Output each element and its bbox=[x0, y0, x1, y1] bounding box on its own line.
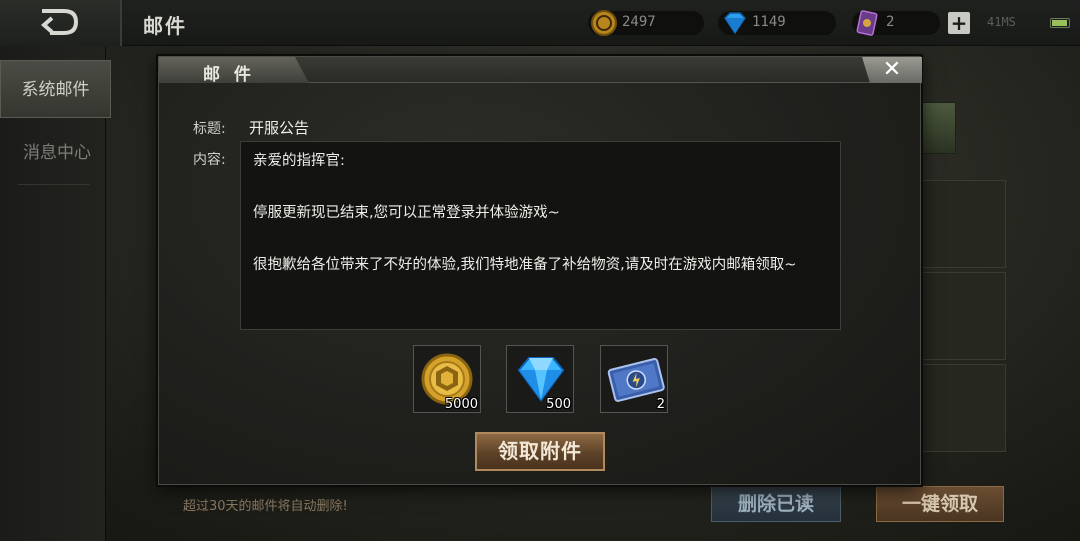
auto-delete-notice: 超过30天的邮件将自动删除! bbox=[183, 499, 348, 514]
crate-icon bbox=[918, 102, 956, 154]
ticket-card-icon bbox=[856, 10, 878, 36]
sidebar: 系统邮件 消息中心 bbox=[0, 46, 111, 541]
battery-icon bbox=[1050, 18, 1070, 28]
sidebar-divider bbox=[18, 184, 90, 185]
close-button[interactable]: ✕ bbox=[862, 57, 922, 83]
content-paragraph: 很抱歉给各位带来了不好的体验,我们特地准备了补给物资,请及时在游戏内邮箱领取~ bbox=[253, 257, 797, 273]
gold-coin-icon bbox=[591, 10, 617, 36]
mail-list-item[interactable] bbox=[920, 272, 1006, 360]
dialog-title: 邮 件 bbox=[203, 65, 255, 85]
attachment-ticket[interactable]: 2 bbox=[600, 345, 668, 413]
tab-message-center[interactable]: 消息中心 bbox=[4, 124, 110, 182]
ticket-counter: 2 bbox=[852, 10, 940, 36]
mail-subject: 开服公告 bbox=[249, 119, 310, 137]
delete-read-button[interactable]: 删除已读 bbox=[711, 486, 841, 522]
page-title: 邮件 bbox=[143, 14, 187, 38]
claim-all-button[interactable]: 一键领取 bbox=[876, 486, 1004, 522]
content-greeting: 亲爱的指挥官: bbox=[253, 153, 345, 169]
content-paragraph: 停服更新现已结束,您可以正常登录并体验游戏~ bbox=[253, 205, 560, 221]
attachment-qty: 2 bbox=[656, 397, 665, 412]
attachment-qty: 500 bbox=[546, 397, 571, 412]
diamond-icon bbox=[724, 12, 746, 35]
add-currency-button[interactable]: + bbox=[948, 12, 970, 34]
claim-attachment-button[interactable]: 领取附件 bbox=[475, 432, 605, 471]
mail-list-item[interactable] bbox=[920, 180, 1006, 268]
diamond-counter: 1149 bbox=[718, 11, 836, 35]
mail-dialog: 邮 件 ✕ 标题: 开服公告 内容: 亲爱的指挥官: 停服更新现已结束,您可以正… bbox=[158, 56, 922, 485]
dialog-header: 邮 件 ✕ bbox=[159, 57, 922, 85]
mail-content-box: 亲爱的指挥官: 停服更新现已结束,您可以正常登录并体验游戏~ 很抱歉给各位带来了… bbox=[240, 141, 841, 330]
attachment-gold[interactable]: 5000 bbox=[413, 345, 481, 413]
gold-counter: 2497 bbox=[588, 10, 704, 36]
attachment-qty: 5000 bbox=[444, 397, 478, 412]
back-arrow-icon bbox=[40, 9, 79, 35]
attachment-diamond[interactable]: 500 bbox=[506, 345, 574, 413]
top-bar: 邮件 2497 1149 2 + 41MS bbox=[0, 0, 1080, 46]
back-button[interactable] bbox=[0, 0, 122, 46]
content-label: 内容: bbox=[193, 152, 226, 168]
subject-label: 标题: bbox=[193, 121, 226, 137]
gold-value: 2497 bbox=[622, 14, 656, 30]
ping-readout: 41MS bbox=[987, 15, 1016, 29]
tab-system-mail[interactable]: 系统邮件 bbox=[0, 60, 111, 118]
mail-list-item[interactable] bbox=[920, 364, 1006, 452]
diamond-value: 1149 bbox=[752, 14, 786, 30]
ticket-value: 2 bbox=[886, 14, 895, 30]
